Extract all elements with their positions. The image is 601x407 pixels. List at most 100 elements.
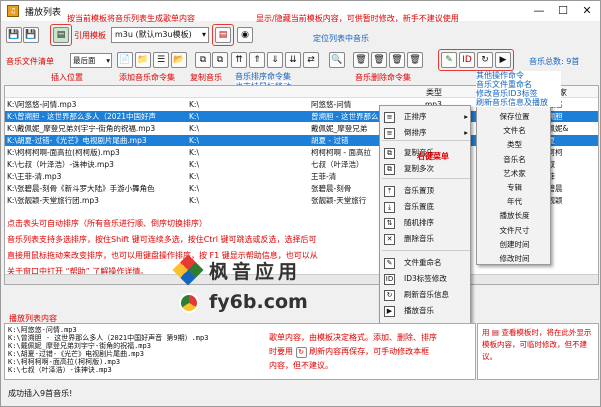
- delete-icon[interactable]: 🗑: [353, 52, 369, 68]
- add-list-icon[interactable]: ☰: [153, 52, 169, 68]
- row-path: K:\柯柯柯啊-面高拉(柯柯版).mp3: [7, 148, 120, 157]
- row-path: K:\胡夏-过错-《光芒》电视剧片尾曲.mp3: [7, 136, 147, 145]
- submenu-item[interactable]: 音乐名: [477, 152, 552, 167]
- menu-item-icon: ID: [384, 274, 395, 285]
- row-dir: K:\: [189, 124, 199, 133]
- context-menu-item[interactable]: ≡ 正排序 ▸: [380, 110, 472, 124]
- row-name: 张靓颖-天堂旅行: [311, 196, 367, 205]
- search-icon[interactable]: 🔍: [329, 52, 345, 68]
- delete-all-icon[interactable]: 🗑: [407, 52, 423, 68]
- note-other-ops-3: 刷新音乐信息及播放: [476, 98, 548, 107]
- template-select[interactable]: m3u (默认m3u模板) ▾: [111, 27, 209, 43]
- template-view-highlight: [212, 24, 234, 46]
- context-menu-item[interactable]: ✎ 文件重命名: [380, 256, 472, 270]
- submenu-item[interactable]: 类型: [477, 137, 552, 152]
- row-path: K:\曾溯胆 - 这世界那么多人（2021中国好声: [7, 112, 157, 121]
- submenu-item[interactable]: 文件名: [477, 123, 552, 138]
- submenu-item[interactable]: 保存位置: [477, 109, 552, 124]
- menu-item-icon: ✎: [384, 258, 395, 269]
- add-folder-icon[interactable]: 📁: [135, 52, 151, 68]
- save-icon[interactable]: 💾: [6, 27, 22, 43]
- context-menu-item[interactable]: ▶ 播放音乐: [380, 304, 472, 318]
- move-bottom-icon[interactable]: ⇊: [285, 52, 301, 68]
- row-path: K:\七叔（叶泽浩）-诛神诀.mp3: [7, 160, 114, 169]
- row-name: 胡夏 - 过错: [311, 136, 349, 145]
- note-right-menu: 右键菜单: [417, 152, 449, 161]
- menu-separator: [382, 178, 470, 179]
- shuffle-icon[interactable]: ⇄: [303, 52, 319, 68]
- menu-item-icon: ▶: [384, 306, 395, 317]
- submenu-item[interactable]: 年代: [477, 194, 552, 209]
- move-down-icon[interactable]: ⇓: [267, 52, 283, 68]
- menu-item-icon: ≡: [384, 112, 395, 123]
- position-select-value: 最后面: [73, 56, 96, 65]
- logo-icon: [172, 254, 204, 286]
- move-up-icon[interactable]: ⇑: [249, 52, 265, 68]
- minimize-button[interactable]: —: [528, 3, 550, 19]
- refresh-content-icon: ↻: [295, 347, 307, 358]
- row-name: 柯柯柯啊 - 面高拉: [311, 148, 371, 157]
- note-insert: 插入位置: [51, 73, 83, 82]
- maximize-button[interactable]: ☐: [552, 3, 574, 19]
- template-note-icon: ▤: [491, 328, 499, 337]
- context-menu-item[interactable]: ID ID3标签修改: [380, 272, 472, 286]
- context-menu-item[interactable]: ↻ 刷新音乐信息: [380, 288, 472, 302]
- menu-item-icon: ✕: [384, 234, 395, 245]
- row-dir: K:\: [189, 160, 199, 169]
- context-menu-item[interactable]: ✕ 删除音乐: [380, 232, 472, 246]
- context-menu-item[interactable]: ≡ 倒排序 ▸: [380, 126, 472, 140]
- row-path: K:\戴佩妮_摩登兄弟刘宇宁-街角的祝福.mp3: [7, 124, 156, 133]
- submenu-item[interactable]: 修改时间: [477, 251, 552, 266]
- row-name: 王菲-清: [311, 172, 337, 181]
- row-dir: K:\: [189, 172, 199, 181]
- submenu-arrow-icon: ▸: [464, 112, 468, 121]
- note-other-ops-0: 其他操作命令: [476, 71, 524, 80]
- note-editor-2: 刷新内容再保存，可手动修改本框: [309, 347, 430, 356]
- row-dir: K:\: [189, 196, 199, 205]
- note-other-ops-1: 音乐文件重命名: [476, 80, 532, 89]
- submenu-arrow-icon: ▸: [464, 128, 468, 137]
- delete-dup-icon[interactable]: 🗑: [389, 52, 405, 68]
- add-file-icon[interactable]: 📄: [117, 52, 133, 68]
- close-button[interactable]: ✕: [576, 3, 598, 19]
- menu-item-icon: ≡: [384, 128, 395, 139]
- position-select[interactable]: 最后面 ▾: [70, 53, 112, 68]
- submenu-item[interactable]: 文件尺寸: [477, 223, 552, 238]
- menu-item-icon: ⧉: [384, 148, 395, 159]
- type-column-header[interactable]: 类型: [426, 87, 442, 98]
- save-as-icon[interactable]: 💾: [23, 27, 39, 43]
- template-label: 引用模板: [74, 31, 106, 40]
- move-top-icon[interactable]: ⇈: [231, 52, 247, 68]
- row-name: 曾溯胆 - 这世界那么: [311, 112, 379, 121]
- submenu-item[interactable]: 艺术家: [477, 166, 552, 181]
- copy-multi-icon[interactable]: ⧉: [212, 52, 228, 68]
- filter-label: 音乐文件清单: [6, 57, 54, 66]
- note-click-header: 点击表头可自动排序（所有音乐进行顺、倒序切换排序）: [7, 219, 207, 228]
- menu-item-label: 播放音乐: [404, 306, 434, 315]
- add-dir-icon[interactable]: 📂: [171, 52, 187, 68]
- copy-icon[interactable]: ⧉: [195, 52, 211, 68]
- eye-icon[interactable]: ◉: [237, 27, 253, 43]
- context-menu-item[interactable]: ⇅ 随机排序: [380, 216, 472, 230]
- position-chevron-icon: ▾: [106, 56, 110, 65]
- row-name: 张碧晨-刻骨: [311, 184, 352, 193]
- context-menu-item[interactable]: ⤓ 音乐置底: [380, 200, 472, 214]
- row-dir: K:\: [189, 100, 199, 109]
- sort-submenu: 保存位置 文件名 类型 音乐名 艺术家 专辑 年代 播放长度 文件尺寸 创建时间 修改时间: [476, 105, 551, 265]
- menu-item-icon: ⇅: [384, 218, 395, 229]
- status-text: 成功插入9首音乐!: [8, 389, 73, 398]
- note-editor-3: 内容，但不建议。: [269, 361, 333, 370]
- note-locate: 定位列表中音乐: [313, 34, 369, 43]
- menu-item-label: 正排序: [404, 112, 427, 121]
- context-menu-item[interactable]: ⧉ 复制多次: [380, 162, 472, 176]
- menu-separator: [382, 140, 470, 141]
- menu-item-label: 文件重命名: [404, 258, 442, 267]
- row-name: 戴佩妮_摩登兄弟: [311, 124, 368, 133]
- row-name: 七叔（叶泽浩）: [311, 160, 364, 169]
- submenu-item[interactable]: 播放长度: [477, 208, 552, 223]
- delete-sel-icon[interactable]: 🗑: [371, 52, 387, 68]
- submenu-item[interactable]: 专辑: [477, 180, 552, 195]
- menu-item-label: ID3标签修改: [404, 274, 447, 283]
- submenu-item[interactable]: 创建时间: [477, 237, 552, 252]
- context-menu-item[interactable]: ⤒ 音乐置顶: [380, 184, 472, 198]
